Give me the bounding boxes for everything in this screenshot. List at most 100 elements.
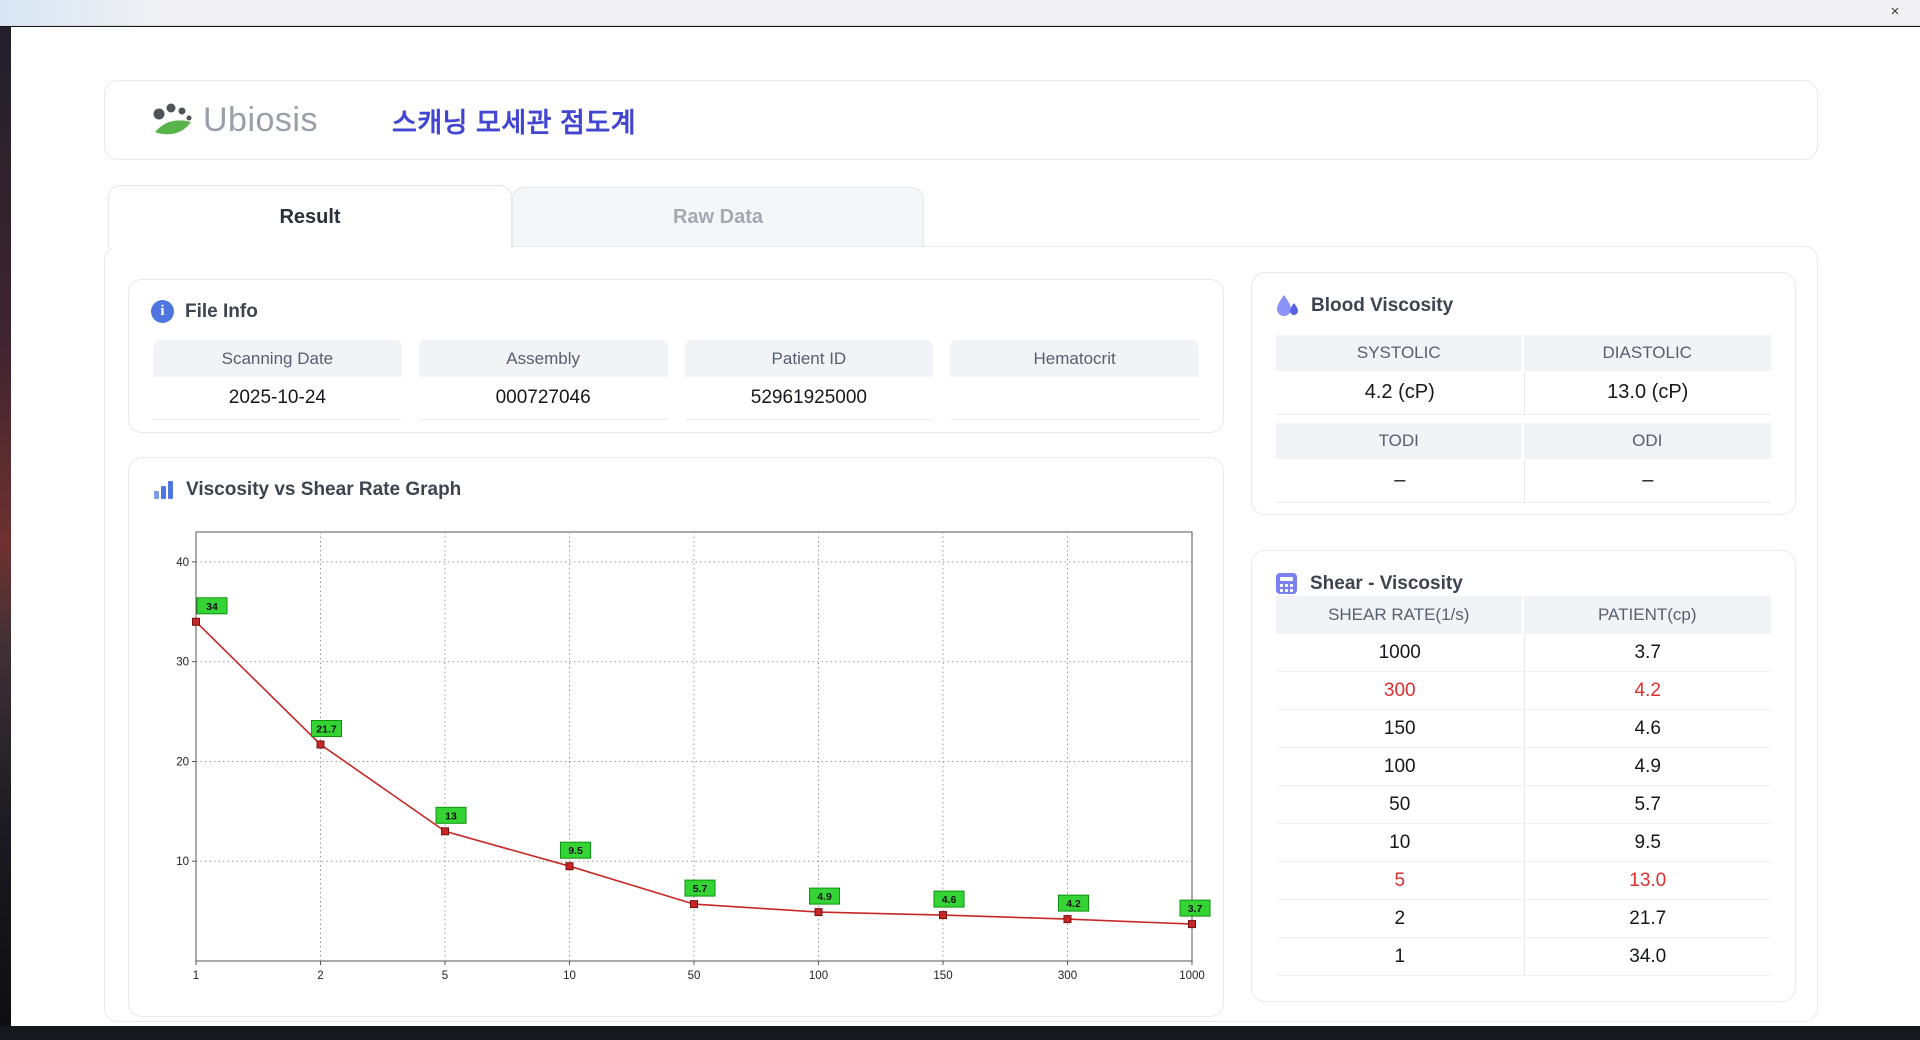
shear-viscosity-title: Shear - Viscosity (1310, 572, 1463, 594)
table-row: 5 13.0 (1276, 862, 1771, 900)
desktop-edge-strip (0, 27, 11, 1026)
bar-chart-icon (154, 481, 173, 499)
svg-text:10: 10 (563, 970, 576, 982)
close-icon[interactable]: × (1886, 3, 1904, 20)
table-row: 100 4.9 (1276, 748, 1771, 786)
table-row: 1000 3.7 (1276, 634, 1771, 672)
shear-viscosity-card: Shear - Viscosity SHEAR RATE(1/s) PATIEN… (1251, 550, 1796, 1002)
svg-text:9.5: 9.5 (568, 845, 583, 857)
droplet-icon (1277, 295, 1298, 316)
app-header: Ubiosis 스캐닝 모세관 점도계 (104, 80, 1818, 160)
shear-rate-cell: 300 (1276, 672, 1524, 710)
field-label: Patient ID (684, 340, 934, 377)
svg-text:300: 300 (1058, 970, 1077, 982)
graph-title: Viscosity vs Shear Rate Graph (186, 479, 462, 500)
field-label: Hematocrit (950, 340, 1199, 377)
systolic-label: SYSTOLIC (1276, 335, 1524, 371)
shear-rate-cell: 150 (1276, 710, 1524, 748)
svg-text:40: 40 (176, 557, 189, 569)
field-label: Assembly (418, 340, 668, 377)
ubiosis-logo-text: Ubiosis (203, 100, 318, 139)
blood-viscosity-card: Blood Viscosity SYSTOLIC DIASTOLIC 4.2 (… (1251, 272, 1796, 515)
field-value: 000727046 (418, 377, 668, 420)
svg-text:4.6: 4.6 (942, 894, 957, 906)
field-patient-id: Patient ID 52961925000 (684, 340, 934, 420)
patient-cell: 4.9 (1523, 748, 1771, 786)
file-info-card: i File Info Scanning Date 2025-10-24 Ass… (128, 279, 1224, 433)
file-info-fields: Scanning Date 2025-10-24 Assembly 000727… (129, 323, 1223, 420)
viscosity-chart: 10 20 30 40 1 2 5 10 50 100 150 300 1000 34 21.7 13 9.5 5… (176, 531, 1211, 982)
svg-text:5: 5 (442, 970, 448, 982)
blood-viscosity-header: Blood Viscosity (1252, 273, 1795, 319)
patient-cell: 4.2 (1523, 672, 1771, 710)
table-row: 50 5.7 (1276, 786, 1771, 824)
svg-text:5.7: 5.7 (693, 883, 708, 895)
svg-text:150: 150 (933, 970, 952, 982)
patient-cell: 13.0 (1523, 862, 1771, 900)
field-value: 52961925000 (684, 377, 934, 420)
file-info-header: i File Info (129, 280, 1223, 323)
shear-rate-column-header: SHEAR RATE(1/s) (1276, 596, 1524, 634)
svg-text:1: 1 (193, 970, 199, 982)
shear-rate-cell: 100 (1276, 748, 1524, 786)
todi-label: TODI (1276, 423, 1524, 459)
svg-text:34: 34 (206, 601, 218, 613)
patient-cell: 9.5 (1523, 824, 1771, 862)
diastolic-label: DIASTOLIC (1523, 335, 1771, 371)
bv-header-row: TODI ODI (1276, 423, 1771, 459)
bv-value-row: 4.2 (cP) 13.0 (cP) (1276, 371, 1771, 415)
bv-value-row: – – (1276, 459, 1771, 503)
svg-text:4.2: 4.2 (1066, 898, 1081, 910)
shear-rate-cell: 2 (1276, 900, 1524, 938)
systolic-value: 4.2 (cP) (1276, 371, 1524, 415)
odi-label: ODI (1523, 423, 1771, 459)
patient-column-header: PATIENT(cp) (1523, 596, 1771, 634)
table-row: 300 4.2 (1276, 672, 1771, 710)
shear-rate-cell: 10 (1276, 824, 1524, 862)
calculator-icon (1276, 573, 1297, 594)
odi-value: – (1523, 459, 1771, 503)
blood-viscosity-title: Blood Viscosity (1311, 295, 1454, 316)
file-info-title: File Info (185, 300, 258, 322)
table-row: 1 34.0 (1276, 938, 1771, 976)
todi-value: – (1276, 459, 1524, 503)
tab-result[interactable]: Result (108, 185, 512, 248)
field-hematocrit: Hematocrit (950, 340, 1199, 420)
svg-text:3.7: 3.7 (1188, 903, 1203, 915)
svg-text:20: 20 (176, 757, 189, 769)
info-icon: i (151, 300, 174, 323)
svg-text:13: 13 (445, 810, 457, 822)
viscosity-graph-card: Viscosity vs Shear Rate Graph 10 20 30 40 1 2… (128, 457, 1224, 1017)
field-value (950, 377, 1199, 420)
shear-rate-cell: 1 (1276, 938, 1524, 976)
patient-cell: 4.6 (1523, 710, 1771, 748)
bv-header-row: SYSTOLIC DIASTOLIC (1276, 335, 1771, 371)
patient-cell: 21.7 (1523, 900, 1771, 938)
graph-header: Viscosity vs Shear Rate Graph (129, 458, 1223, 502)
svg-text:10: 10 (176, 856, 189, 868)
shear-rate-cell: 50 (1276, 786, 1524, 824)
shear-viscosity-header: Shear - Viscosity (1252, 551, 1795, 596)
shear-rate-cell: 1000 (1276, 634, 1524, 672)
table-row: 2 21.7 (1276, 900, 1771, 938)
field-value: 2025-10-24 (153, 377, 402, 420)
field-label: Scanning Date (153, 340, 402, 377)
svg-text:50: 50 (688, 970, 701, 982)
ubiosis-logo: Ubiosis (151, 100, 318, 140)
window-titlebar: × (0, 0, 1920, 26)
tab-raw-data[interactable]: Raw Data (512, 187, 924, 246)
svg-text:21.7: 21.7 (316, 724, 337, 736)
shear-rate-cell: 5 (1276, 862, 1524, 900)
app-window: Ubiosis 스캐닝 모세관 점도계 Result Raw Data i Fi… (11, 27, 1920, 1026)
table-row: 150 4.6 (1276, 710, 1771, 748)
svg-text:1000: 1000 (1179, 970, 1205, 982)
leaf-dots-icon (153, 103, 192, 135)
svg-text:2: 2 (317, 970, 323, 982)
field-assembly: Assembly 000727046 (418, 340, 668, 420)
svg-text:30: 30 (176, 657, 189, 669)
patient-cell: 5.7 (1523, 786, 1771, 824)
table-row: 10 9.5 (1276, 824, 1771, 862)
field-scanning-date: Scanning Date 2025-10-24 (153, 340, 402, 420)
app-title: 스캐닝 모세관 점도계 (391, 107, 637, 138)
shear-table-header: SHEAR RATE(1/s) PATIENT(cp) (1276, 596, 1771, 634)
